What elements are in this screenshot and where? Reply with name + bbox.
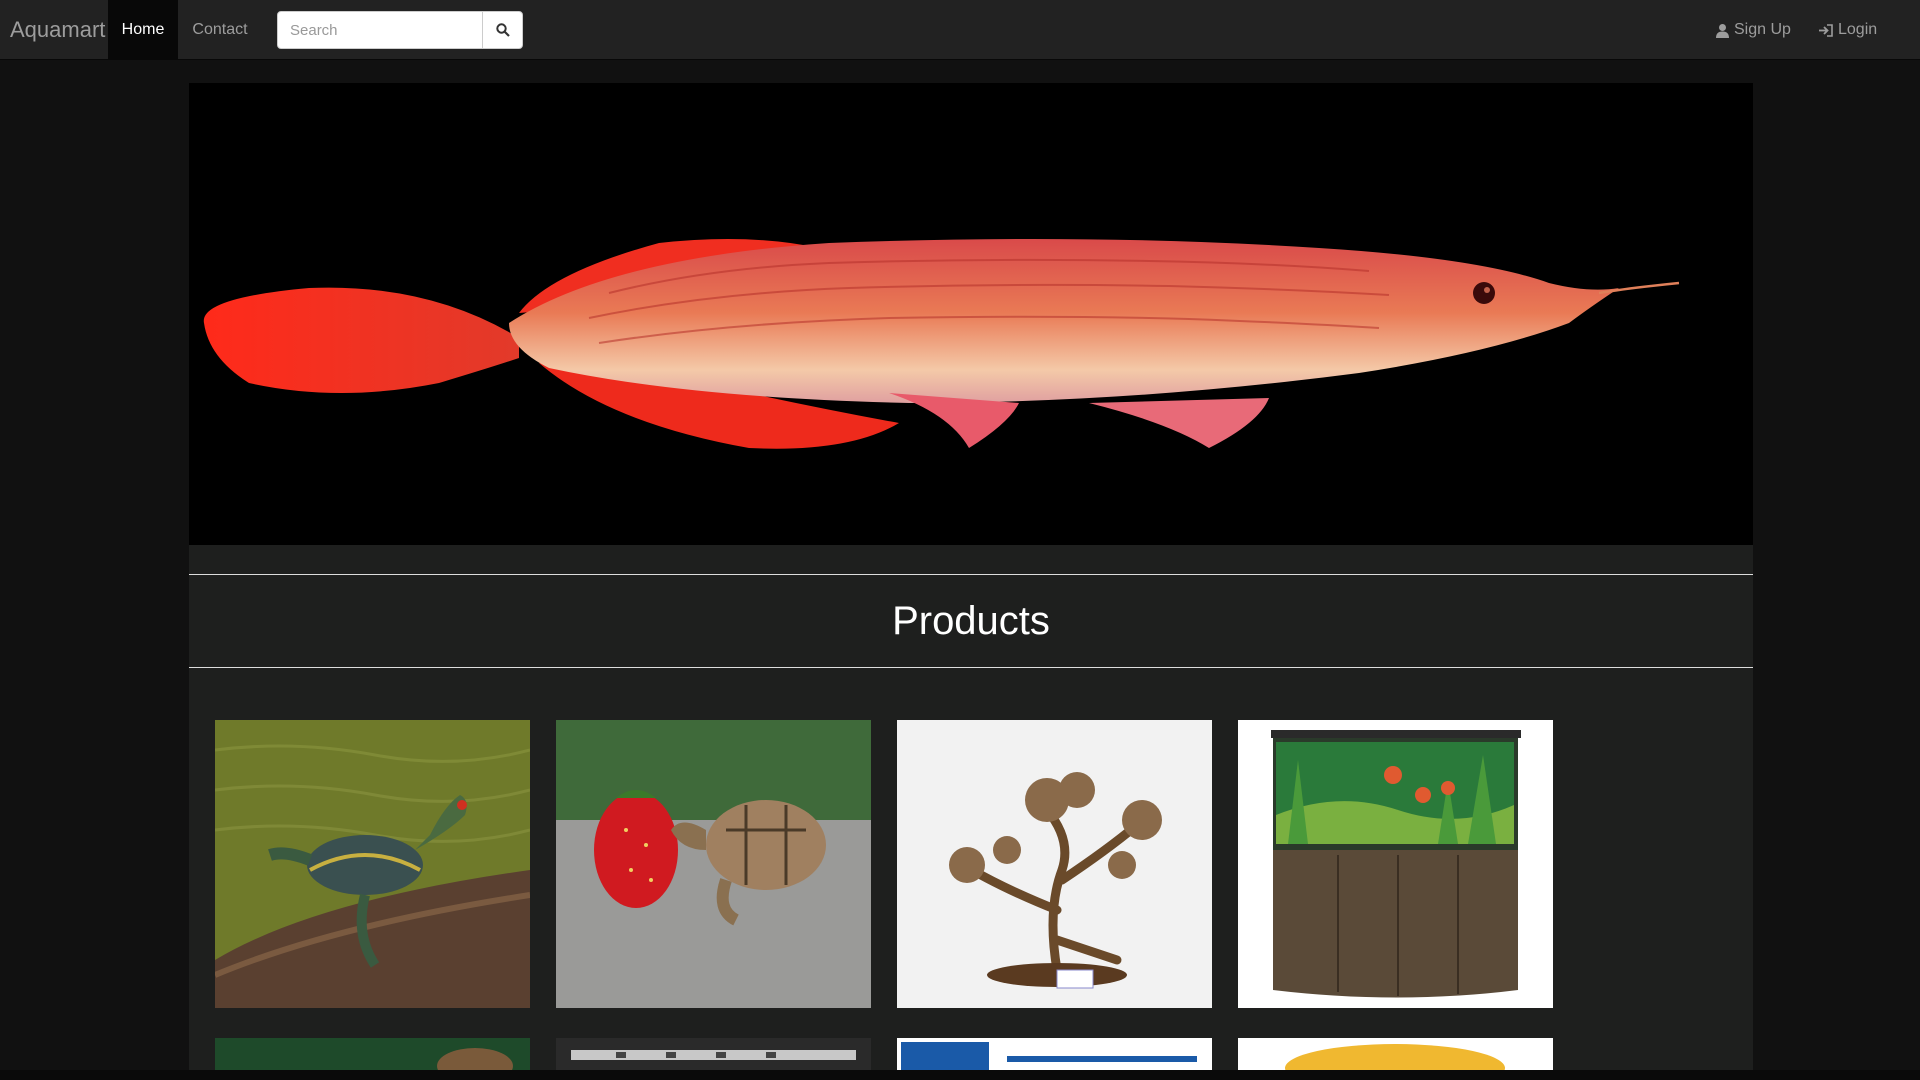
nav-contact[interactable]: Contact xyxy=(179,0,261,60)
product-card[interactable] xyxy=(1238,720,1553,1008)
yellow-product-image xyxy=(1238,1038,1553,1070)
hero-banner xyxy=(189,83,1753,545)
product-card[interactable] xyxy=(215,1038,530,1070)
search-form xyxy=(277,11,523,49)
search-input[interactable] xyxy=(278,12,482,48)
turtle-product-image xyxy=(215,720,530,1008)
product-card[interactable] xyxy=(215,720,530,1008)
top-navbar: Aquamart Home Contact Sign Up Login xyxy=(0,0,1920,60)
aquarium-product-image xyxy=(1238,720,1553,1008)
product-card[interactable] xyxy=(897,720,1212,1008)
product-card[interactable] xyxy=(897,1038,1212,1070)
search-button[interactable] xyxy=(482,12,523,48)
nav-home[interactable]: Home xyxy=(108,0,178,60)
signup-label: Sign Up xyxy=(1734,21,1791,38)
products-title: Products xyxy=(892,598,1050,643)
product-card[interactable] xyxy=(556,1038,871,1070)
tortoise-product-image xyxy=(556,720,871,1008)
login-icon xyxy=(1819,23,1833,37)
login-link[interactable]: Login xyxy=(1818,0,1877,60)
user-icon xyxy=(1716,23,1729,38)
product-card[interactable] xyxy=(1238,1038,1553,1070)
bottom-edge xyxy=(0,1070,1920,1080)
products-section-header: Products xyxy=(189,574,1753,668)
signup-link[interactable]: Sign Up xyxy=(1715,0,1791,60)
search-icon xyxy=(496,23,510,37)
driftwood-product-image xyxy=(897,720,1212,1008)
led-light-product-image xyxy=(556,1038,871,1070)
main-container: Products xyxy=(189,83,1753,1070)
product-card[interactable] xyxy=(556,720,871,1008)
aquanice-product-image xyxy=(897,1038,1212,1070)
turtle-green-product-image xyxy=(215,1038,530,1070)
brand-link[interactable]: Aquamart xyxy=(10,0,105,60)
arowana-fish-image xyxy=(203,239,1680,449)
login-label: Login xyxy=(1838,21,1878,38)
